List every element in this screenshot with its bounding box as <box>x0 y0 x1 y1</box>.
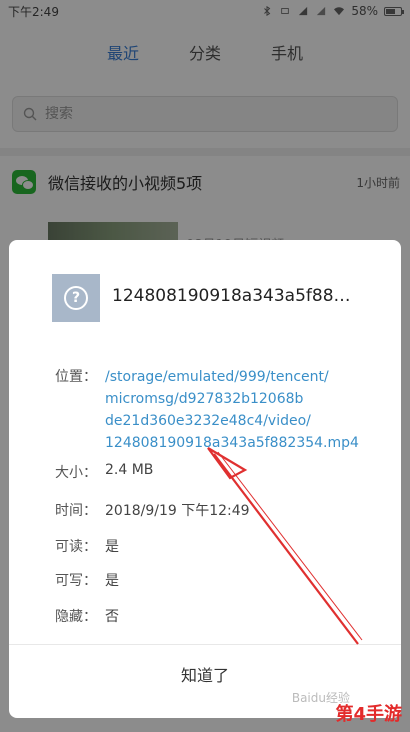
location-label: 位置： <box>55 369 97 385</box>
location-row: 位置： /storage/emulated/999/tencent/ micro… <box>55 366 365 454</box>
location-path[interactable]: /storage/emulated/999/tencent/ micromsg/… <box>105 366 365 454</box>
location-line: de21d360e3232e48c4/video/ <box>105 413 311 429</box>
hidden-label: 隐藏： <box>55 609 97 625</box>
writable-value: 是 <box>105 573 119 589</box>
location-line: micromsg/d927832b12068b <box>105 391 304 407</box>
file-details-dialog: ? 124808190918a343a5f88… 位置： /storage/em… <box>9 240 401 718</box>
time-row: 时间： 2018/9/19 下午12:49 <box>55 500 250 520</box>
size-value: 2.4 MB <box>105 462 154 478</box>
time-label: 时间： <box>55 503 97 519</box>
writable-row: 可写： 是 <box>55 570 119 590</box>
writable-label: 可写： <box>55 573 97 589</box>
file-name: 124808190918a343a5f88… <box>112 286 351 306</box>
time-value: 2018/9/19 下午12:49 <box>105 503 250 519</box>
size-label: 大小： <box>55 465 97 481</box>
readable-label: 可读： <box>55 539 97 555</box>
location-line: 124808190918a343a5f882354.mp4 <box>105 435 359 451</box>
hidden-value: 否 <box>105 609 119 625</box>
readable-value: 是 <box>105 539 119 555</box>
size-row: 大小： 2.4 MB <box>55 462 153 482</box>
watermark-logo: 第4手游 <box>335 704 402 725</box>
readable-row: 可读： 是 <box>55 536 119 556</box>
unknown-file-icon: ? <box>52 274 100 322</box>
hidden-row: 隐藏： 否 <box>55 606 119 626</box>
location-line: /storage/emulated/999/tencent/ <box>105 369 329 385</box>
